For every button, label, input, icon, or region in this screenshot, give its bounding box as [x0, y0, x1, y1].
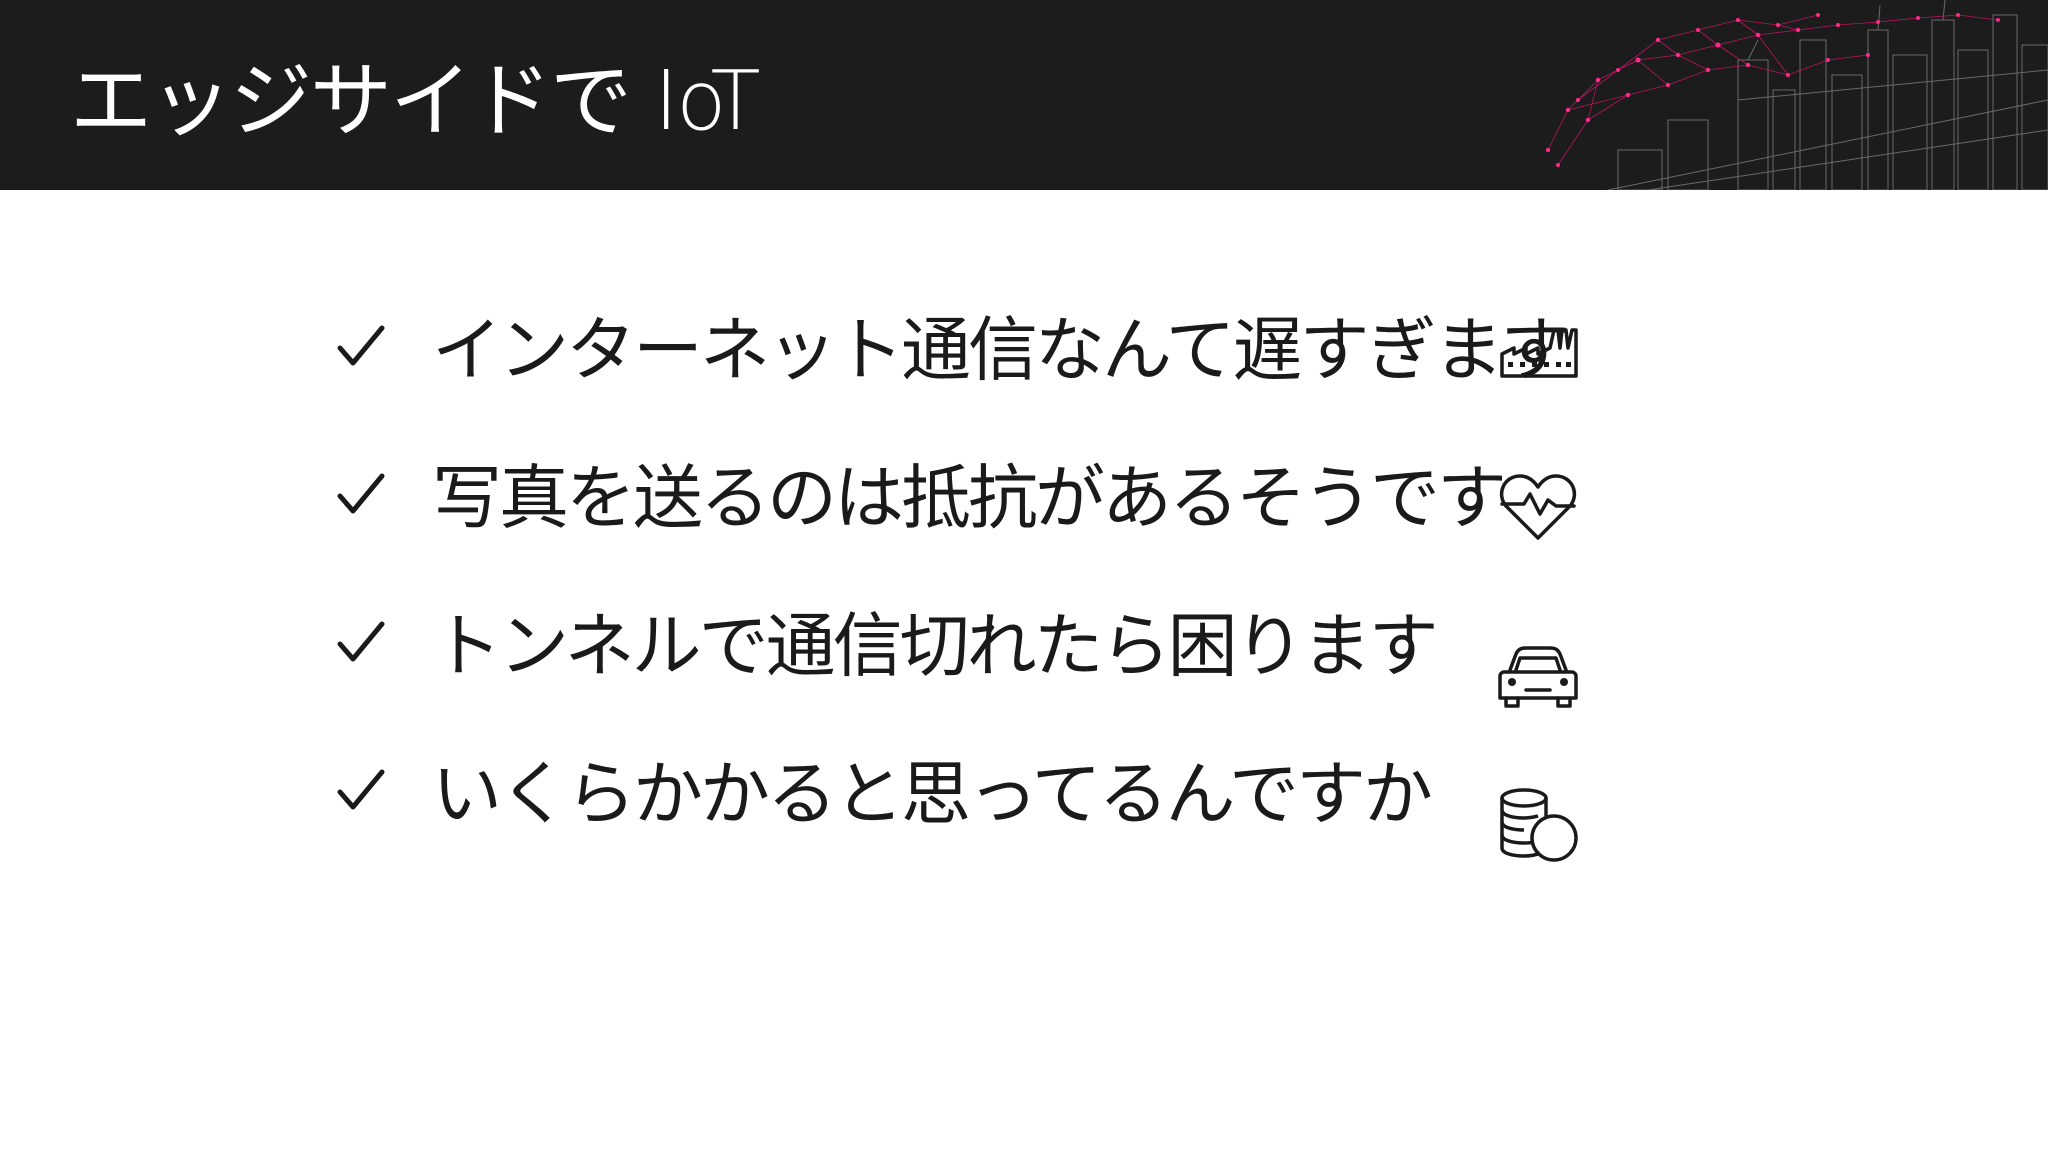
factory-icon: [1500, 328, 1578, 378]
slide-title: エッジサイドで IoT: [70, 54, 761, 149]
list-item-text: いくらかかると思ってるんですか: [432, 753, 1433, 835]
list-item: 写真を送るのは抵抗があるそうです: [336, 448, 1636, 596]
checkmark-icon: [337, 769, 385, 810]
slide: エッジサイドで IoT インターネット通信なんて遅すぎます 写真を送るのは抵抗が…: [0, 0, 2048, 1152]
checkmark-icon: [337, 325, 385, 366]
list-item: トンネルで通信切れたら困ります: [336, 596, 1636, 744]
heartbeat-icon: [1499, 474, 1577, 540]
list-item-text: 写真を送るのは抵抗があるそうです: [432, 457, 1507, 539]
list-item-text: インターネット通信なんて遅すぎます: [432, 309, 1570, 391]
title-banner: エッジサイドで IoT: [0, 0, 2048, 190]
checkmark-icon: [337, 473, 385, 514]
network-city-graphic: [1545, 0, 2048, 190]
coins-icon: [1500, 788, 1578, 862]
list-item: いくらかかると思ってるんですか: [336, 744, 1636, 892]
list-item-text: トンネルで通信切れたら困ります: [432, 605, 1439, 687]
bullet-list: インターネット通信なんて遅すぎます 写真を送るのは抵抗があるそうです トンネルで…: [336, 300, 1636, 892]
car-icon: [1498, 646, 1578, 708]
checkmark-icon: [337, 621, 385, 662]
list-item: インターネット通信なんて遅すぎます: [336, 300, 1636, 448]
